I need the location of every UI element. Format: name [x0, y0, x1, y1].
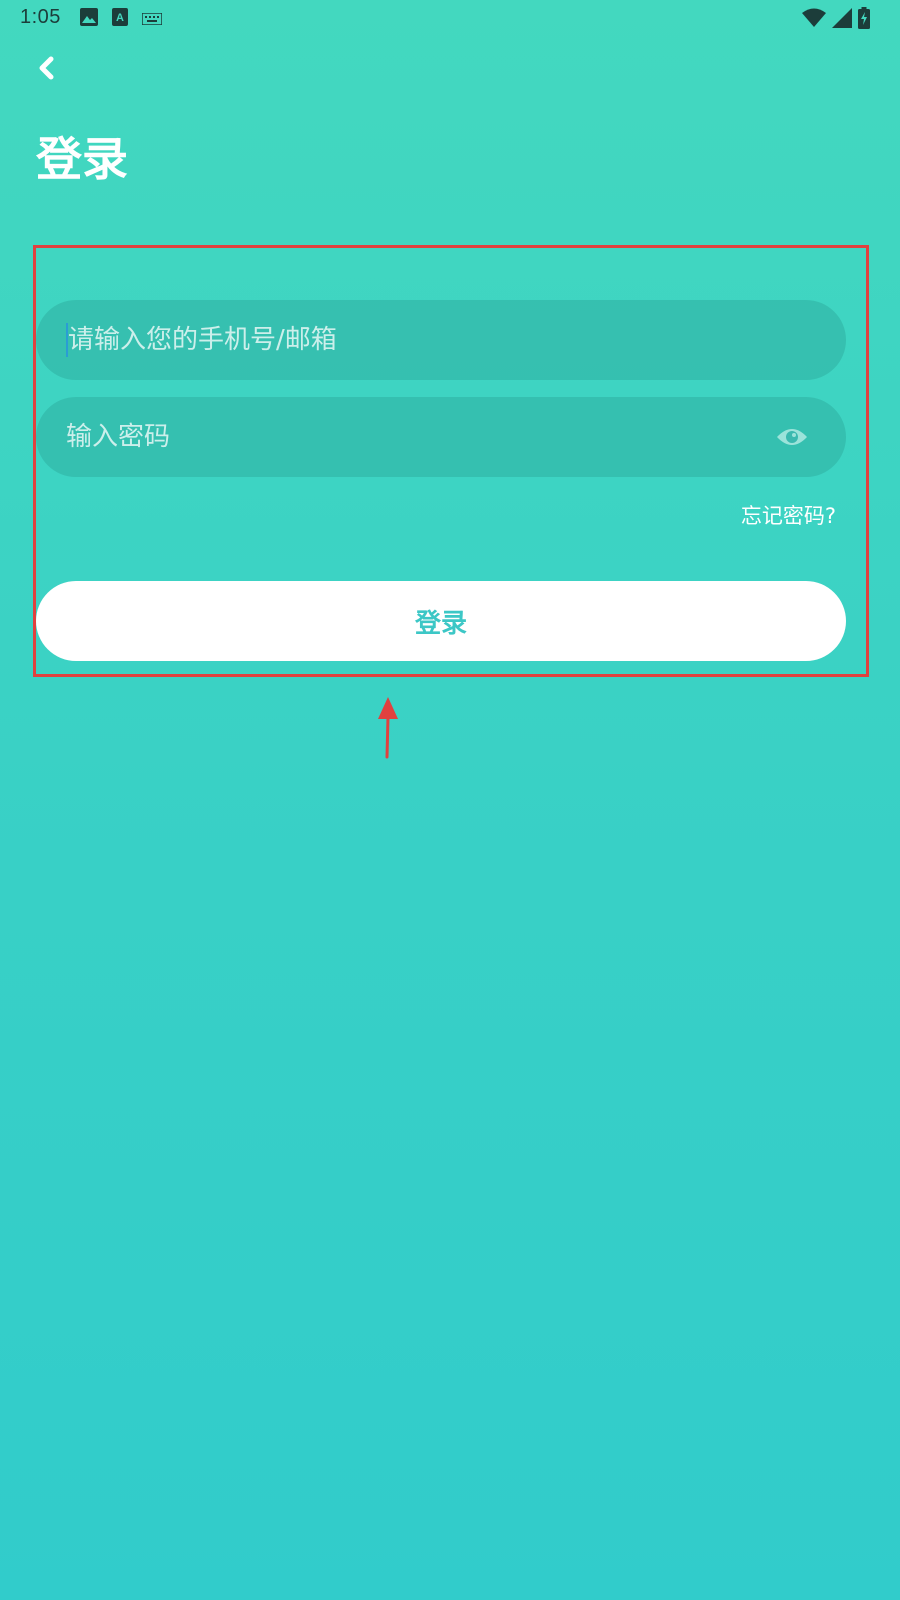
annotation-arrow-icon	[378, 697, 398, 759]
back-button[interactable]	[28, 52, 64, 88]
eye-icon	[777, 429, 807, 445]
forgot-password-link[interactable]: 忘记密码?	[741, 500, 836, 530]
status-time: 1:05	[20, 6, 61, 28]
wifi-icon	[802, 8, 826, 32]
login-button[interactable]: 登录	[36, 581, 846, 661]
chevron-left-icon	[35, 55, 57, 85]
password-field[interactable]	[36, 397, 846, 477]
battery-charging-icon	[858, 7, 870, 33]
image-icon	[80, 8, 98, 30]
password-input[interactable]	[66, 422, 772, 452]
account-field[interactable]	[36, 300, 846, 380]
signal-icon	[832, 8, 852, 32]
password-visibility-toggle[interactable]	[772, 417, 812, 457]
page-title: 登录	[36, 132, 128, 186]
keyboard-icon	[141, 10, 163, 29]
status-right-icons	[802, 7, 870, 33]
status-left-icons: A	[80, 8, 163, 30]
status-bar: 1:05 A	[0, 0, 900, 36]
text-a-icon: A	[112, 8, 128, 30]
account-input[interactable]	[68, 325, 816, 355]
svg-text:A: A	[116, 12, 124, 24]
